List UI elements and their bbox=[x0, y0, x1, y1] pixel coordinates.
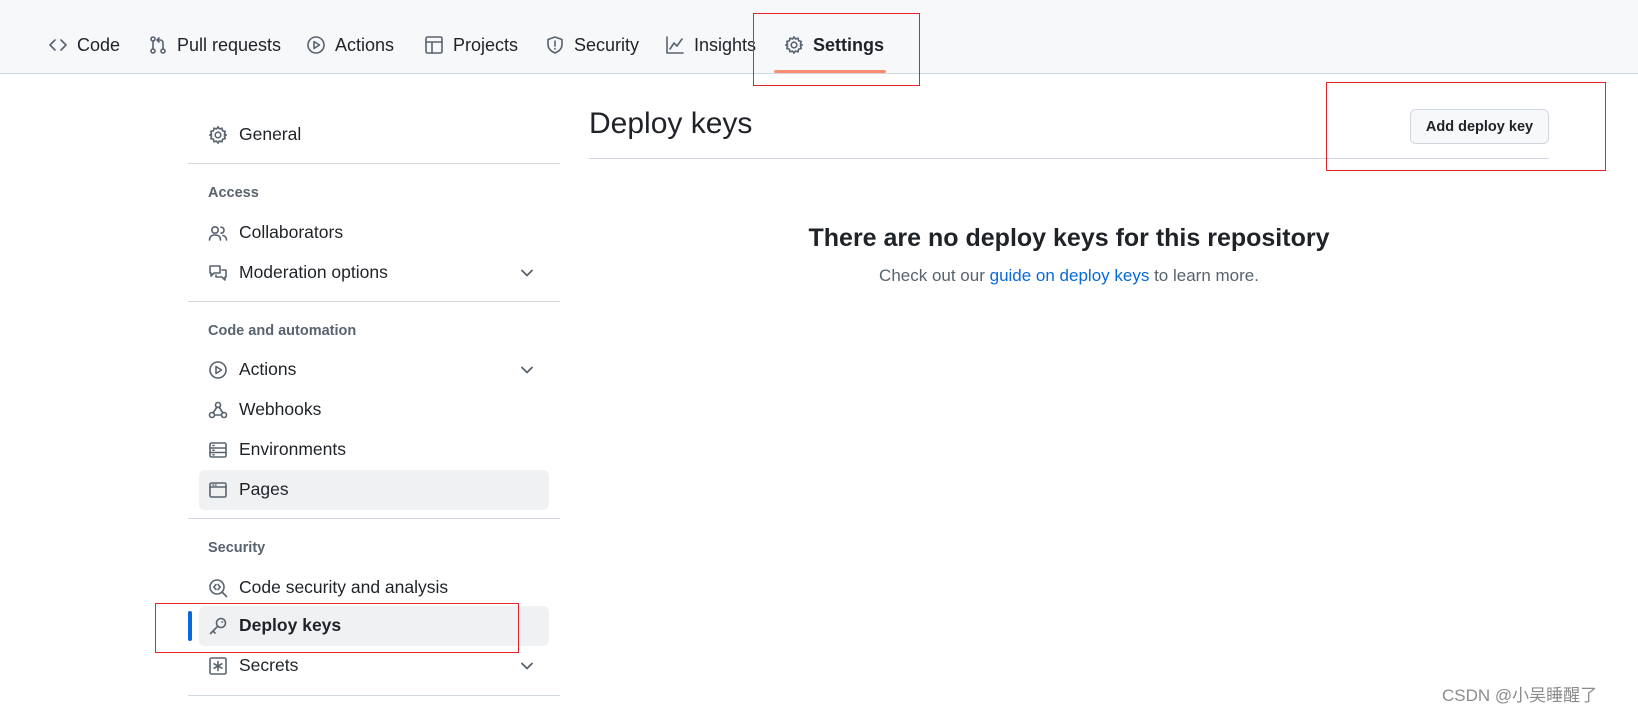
tab-insights[interactable]: Insights bbox=[665, 28, 756, 62]
page-title: Deploy keys bbox=[589, 107, 753, 140]
codescan-icon bbox=[208, 578, 228, 598]
sidebar-item-label: Environments bbox=[239, 439, 346, 459]
tab-security[interactable]: Security bbox=[545, 28, 639, 62]
graph-icon bbox=[666, 36, 684, 54]
watermark: CSDN @小吴睡醒了 bbox=[1442, 686, 1598, 705]
sidebar-item-webhooks[interactable]: Webhooks bbox=[188, 390, 560, 430]
sidebar-item-moderation[interactable]: Moderation options bbox=[188, 253, 560, 293]
comment-discussion-icon bbox=[208, 263, 228, 283]
server-icon bbox=[208, 440, 228, 460]
browser-icon bbox=[208, 480, 228, 500]
tab-actions[interactable]: Actions bbox=[306, 28, 394, 62]
sidebar-divider bbox=[188, 163, 560, 164]
sidebar-divider bbox=[188, 695, 560, 696]
sidebar-item-label: Actions bbox=[239, 359, 297, 379]
sidebar-item-general[interactable]: General bbox=[188, 115, 560, 155]
sidebar-heading-code-automation: Code and automation bbox=[208, 323, 357, 339]
sidebar-item-label: Webhooks bbox=[239, 399, 322, 419]
sidebar-item-label: Code security and analysis bbox=[239, 577, 449, 597]
sidebar-item-label: General bbox=[239, 124, 302, 144]
sidebar-divider bbox=[188, 518, 560, 519]
asterisk-icon bbox=[208, 656, 228, 676]
pull-request-icon bbox=[150, 36, 166, 54]
gear-icon bbox=[208, 125, 228, 145]
play-icon bbox=[307, 36, 325, 54]
sidebar-heading-access: Access bbox=[208, 185, 259, 201]
sidebar-item-code-security[interactable]: Code security and analysis bbox=[188, 568, 560, 608]
sidebar-heading-security: Security bbox=[208, 540, 266, 556]
table-icon bbox=[425, 36, 443, 54]
sidebar-item-environments[interactable]: Environments bbox=[188, 430, 560, 470]
deploy-keys-guide-link[interactable]: guide on deploy keys bbox=[990, 266, 1150, 285]
chevron-down-icon[interactable] bbox=[518, 361, 536, 379]
blankslate-description: Check out our guide on deploy keys to le… bbox=[879, 266, 1259, 285]
chevron-down-icon[interactable] bbox=[518, 657, 536, 675]
chevron-down-icon[interactable] bbox=[518, 264, 536, 282]
sidebar-item-label: Moderation options bbox=[239, 262, 388, 282]
tab-code[interactable]: Code bbox=[48, 28, 120, 62]
tab-projects[interactable]: Projects bbox=[424, 28, 518, 62]
sidebar-item-pages[interactable]: Pages bbox=[199, 470, 549, 510]
tab-pull-requests[interactable]: Pull requests bbox=[148, 28, 281, 62]
people-icon bbox=[208, 223, 228, 243]
code-icon bbox=[49, 39, 67, 51]
blankslate-heading: There are no deploy keys for this reposi… bbox=[808, 224, 1330, 252]
sidebar-item-actions[interactable]: Actions bbox=[188, 350, 560, 390]
sidebar-item-label: Secrets bbox=[239, 655, 299, 675]
webhook-icon bbox=[208, 400, 228, 420]
play-icon bbox=[208, 360, 228, 380]
annotation-box-deploy-keys bbox=[155, 603, 519, 653]
sidebar-item-collaborators[interactable]: Collaborators bbox=[188, 213, 560, 253]
sidebar-item-label: Pages bbox=[239, 479, 289, 499]
sidebar-divider bbox=[188, 301, 560, 302]
sidebar-item-label: Collaborators bbox=[239, 222, 344, 242]
annotation-box-settings bbox=[753, 13, 920, 86]
annotation-box-add-key bbox=[1326, 82, 1606, 171]
shield-icon bbox=[547, 36, 563, 54]
